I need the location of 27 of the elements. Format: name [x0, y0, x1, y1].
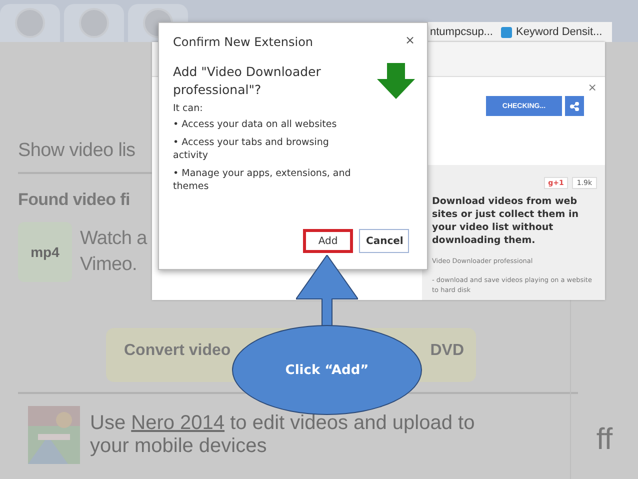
- video-title: Watch a Vimeo.: [80, 227, 147, 277]
- promo-text: Use Nero 2014 to edit videos and upload to your mobile devices: [90, 412, 475, 459]
- site-icon: [15, 8, 45, 38]
- add-button[interactable]: Add: [303, 229, 353, 253]
- share-button[interactable]: [565, 96, 584, 116]
- bookmark[interactable]: ntumpcsup...: [430, 26, 493, 38]
- close-button[interactable]: ×: [588, 81, 597, 94]
- up-arrow: [296, 255, 358, 326]
- dialog-heading: Add "Video Downloader professional"?: [173, 63, 322, 99]
- download-arrow-icon: [377, 63, 415, 99]
- description: Download videos from web sites or just collect them in your video list without downloading them.: [432, 195, 580, 247]
- close-button[interactable]: ×: [404, 33, 415, 47]
- bookmark-icon: [500, 26, 512, 38]
- permission-item: • Manage your apps, extensions, and themes: [173, 167, 352, 193]
- permission-intro: It can:: [173, 103, 204, 114]
- site-icon: [79, 8, 109, 38]
- browser-tab[interactable]: [0, 4, 60, 42]
- browser-tab[interactable]: [64, 4, 124, 42]
- section-heading: Found video fi: [18, 190, 130, 210]
- bookmark[interactable]: Keyword Densit...: [500, 26, 602, 38]
- share-icon: [570, 102, 579, 110]
- dialog-title: Confirm New Extension: [173, 35, 314, 49]
- format-badge: mp4: [18, 222, 72, 282]
- permission-item: • Access your tabs and browsing activity: [173, 136, 330, 162]
- side-text: ff: [596, 423, 613, 457]
- cancel-button[interactable]: Cancel: [359, 229, 409, 253]
- permission-item: • Access your data on all websites: [173, 118, 338, 131]
